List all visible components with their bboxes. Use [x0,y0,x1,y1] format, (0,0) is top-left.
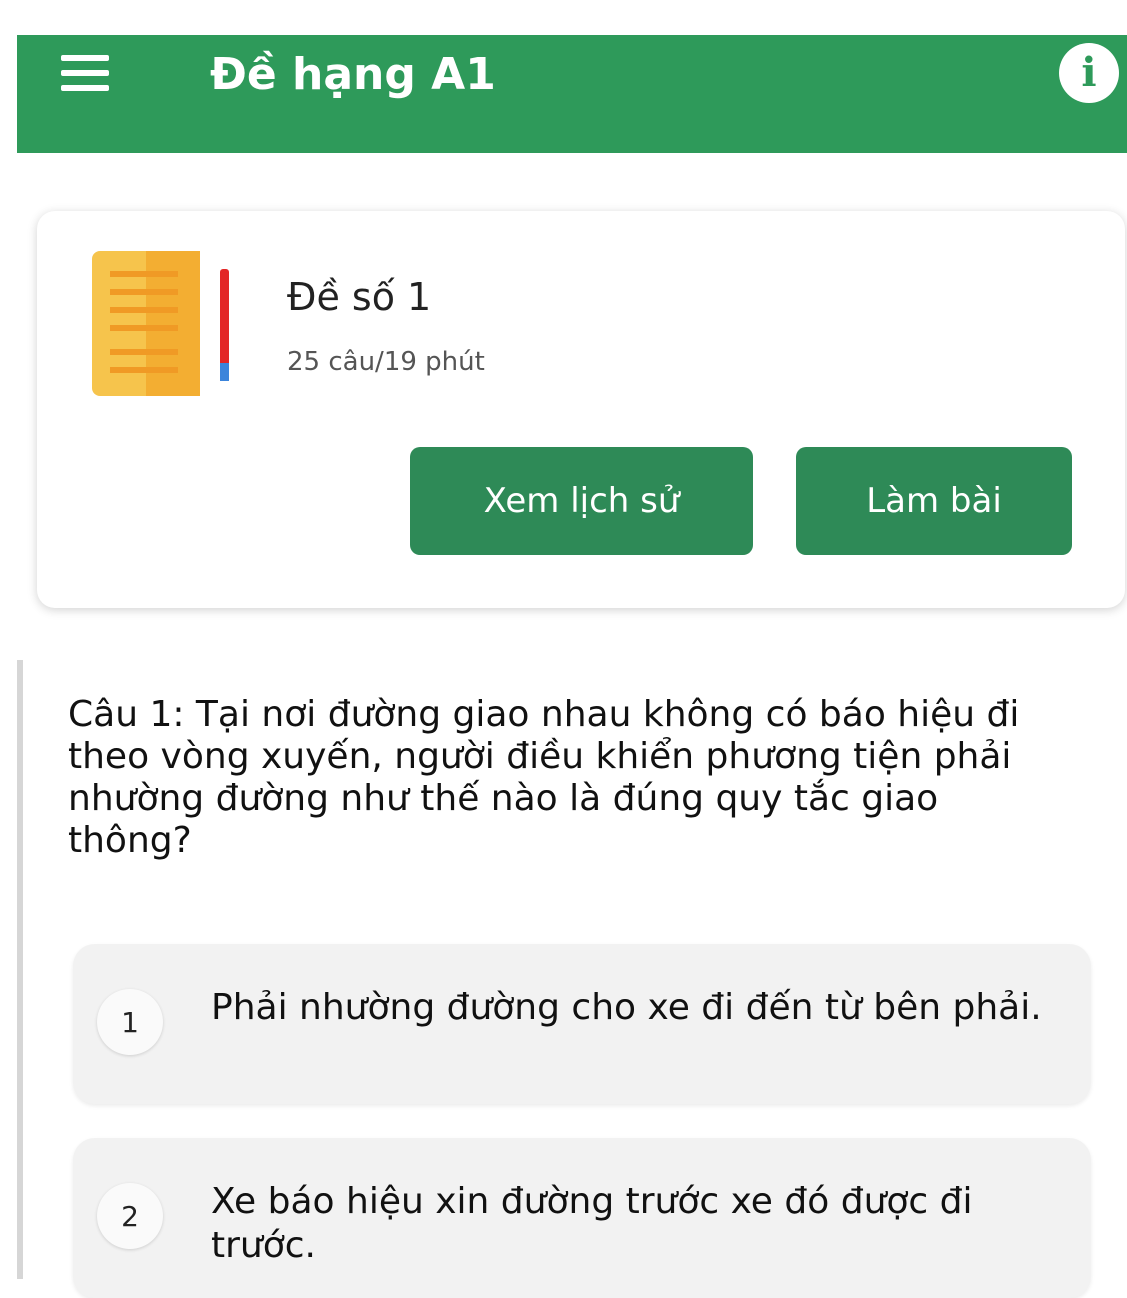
start-exam-button[interactable]: Làm bài [796,447,1072,555]
option-number: 1 [97,989,163,1055]
exam-meta: 25 câu/19 phút [287,347,485,377]
page-title: Đề hạng A1 [210,49,496,100]
view-history-button[interactable]: Xem lịch sử [410,447,753,555]
exam-title: Đề số 1 [287,275,432,319]
answer-option-1[interactable]: 1 Phải nhường đường cho xe đi đến từ bên… [73,944,1091,1104]
question-panel: Câu 1: Tại nơi đường giao nhau không có … [17,660,1123,1298]
answer-option-2[interactable]: 2 Xe báo hiệu xin đường trước xe đó được… [73,1138,1091,1298]
menu-icon[interactable] [61,55,109,95]
question-text: Câu 1: Tại nơi đường giao nhau không có … [68,694,1020,861]
app-bar: Đề hạng A1 i [17,35,1127,153]
exam-card: Đề số 1 25 câu/19 phút Xem lịch sử Làm b… [37,211,1125,608]
document-icon [92,251,229,396]
option-number: 2 [97,1183,163,1249]
option-text: Phải nhường đường cho xe đi đến từ bên p… [211,987,1042,1028]
option-text: Xe báo hiệu xin đường trước xe đó được đ… [211,1181,973,1266]
info-icon[interactable]: i [1059,43,1119,103]
